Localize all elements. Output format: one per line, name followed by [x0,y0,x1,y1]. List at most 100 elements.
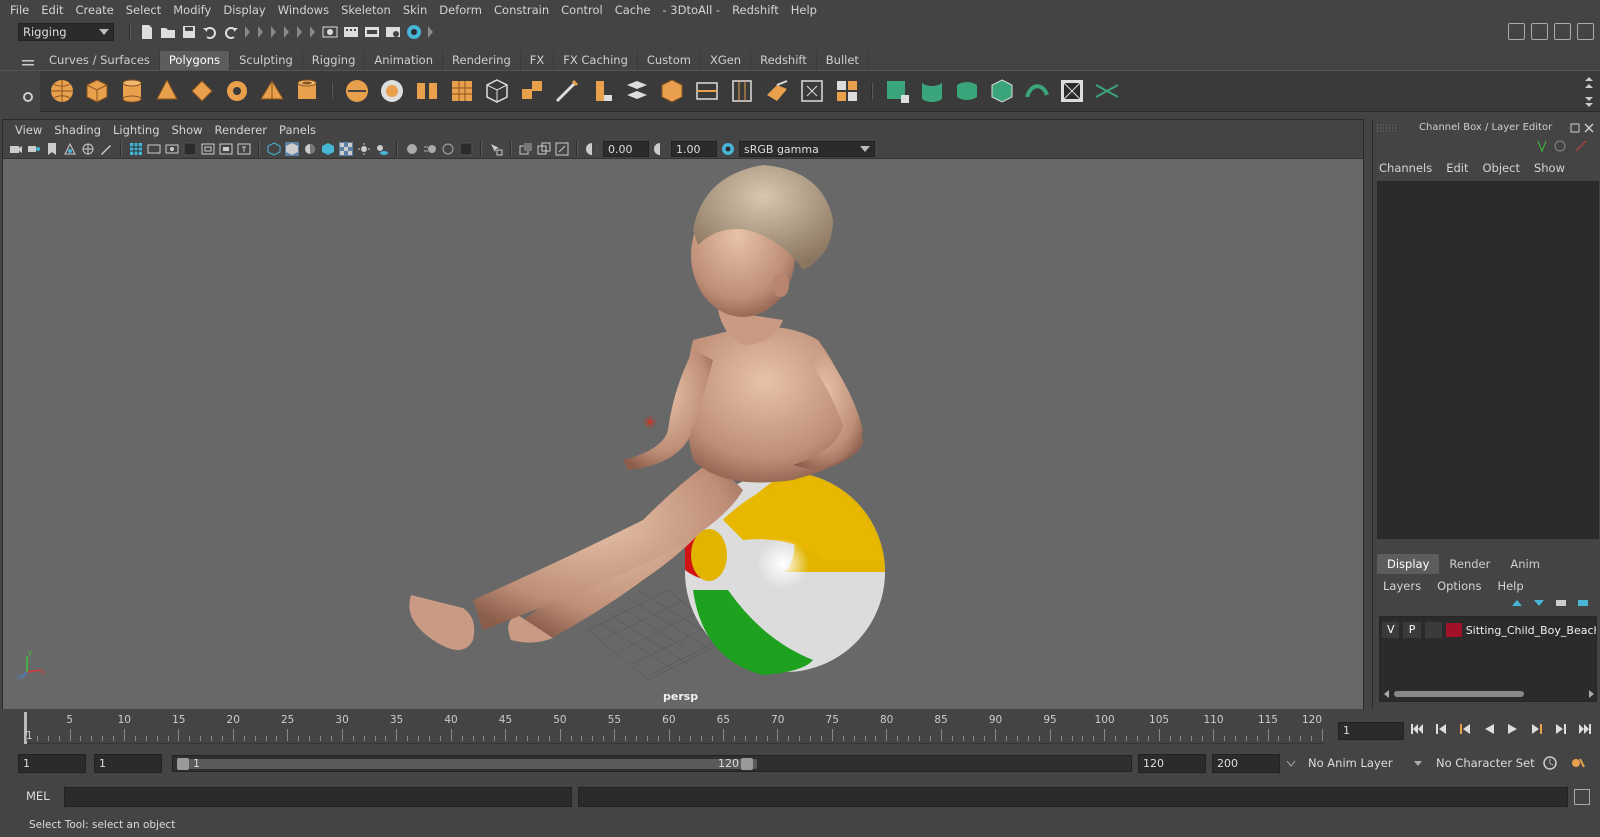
field-chart-icon[interactable] [201,142,215,156]
scroll-thumb[interactable] [1394,691,1524,697]
script-editor-icon[interactable] [1574,789,1590,805]
layer-menu-help[interactable]: Help [1497,579,1523,593]
extract-icon[interactable] [483,77,511,105]
drag-handle-icon[interactable] [1377,124,1397,132]
range-slider-bar[interactable]: 1 120 [172,755,1132,772]
modeling-toolkit-icon[interactable] [1508,23,1525,40]
render-view-icon[interactable] [322,24,338,40]
film-gate-icon[interactable] [147,142,161,156]
ipr-render-icon[interactable] [364,24,380,40]
smooth-icon[interactable] [413,77,441,105]
open-scene-icon[interactable] [160,24,176,40]
layer-name[interactable]: Sitting_Child_Boy_Beach [1466,624,1596,637]
menu-display[interactable]: Display [217,3,271,17]
time-slider-track[interactable]: 1 5 10 15 20 25 30 35 40 45 50 55 60 65 70 75 80 85 90 95 1… [24,712,1324,744]
safe-action-icon[interactable] [219,142,233,156]
combine-icon[interactable] [343,77,371,105]
move-layer-up-icon[interactable] [1510,597,1524,609]
shelf-scroll-arrows-icon[interactable] [1584,75,1594,109]
two-d-pan-zoom-icon[interactable] [81,142,95,156]
menu-windows[interactable]: Windows [272,3,335,17]
menu-file[interactable]: File [4,3,35,17]
unfold-uv-icon[interactable] [1023,77,1051,105]
xray-icon[interactable] [519,142,533,156]
textured-icon[interactable] [339,141,353,156]
layer-display-type-toggle[interactable] [1424,622,1443,638]
layer-row[interactable]: V P Sitting_Child_Boy_Beach [1382,621,1596,639]
channel-box-menu-show[interactable]: Show [1534,161,1565,175]
poly-torus-icon[interactable] [223,77,251,105]
channel-box-menu-object[interactable]: Object [1483,161,1520,175]
menu-skeleton[interactable]: Skeleton [335,3,397,17]
script-language-toggle[interactable]: MEL [26,789,50,803]
playback-start-field[interactable]: 1 [94,754,162,773]
collapse-arrow-icon[interactable] [309,24,317,40]
isolate-select-icon[interactable] [489,142,503,156]
offset-edge-loop-icon[interactable] [728,77,756,105]
channel-box-view-icons[interactable] [1534,139,1594,153]
collapse-arrow-icon[interactable] [283,24,291,40]
shadows-icon[interactable] [375,142,389,156]
tab-bullet[interactable]: Bullet [817,51,869,70]
tab-animation[interactable]: Animation [365,51,444,70]
poly-pyramid-icon[interactable] [258,77,286,105]
wireframe-on-shaded-icon[interactable] [321,142,335,156]
uv-toolkit-icon[interactable] [1093,77,1121,105]
depth-of-field-icon[interactable] [459,142,473,156]
save-scene-icon[interactable] [181,24,197,40]
current-frame-field[interactable]: 1 [1338,722,1404,740]
color-management-icon[interactable] [721,142,735,156]
hypershade-icon[interactable] [406,24,422,40]
step-forward-frame-icon[interactable] [1554,722,1568,736]
character-set-dropdown[interactable]: No Character Set [1430,754,1542,773]
bevel-icon[interactable] [658,77,686,105]
new-layer-selected-icon[interactable] [1576,597,1590,609]
extrude-icon[interactable] [588,77,616,105]
anim-layer-dropdown[interactable]: No Anim Layer [1302,754,1422,773]
poly-pipe-icon[interactable] [293,77,321,105]
poly-sphere-icon[interactable] [48,77,76,105]
layer-playback-toggle[interactable]: P [1403,622,1421,638]
poly-cylinder-icon[interactable] [118,77,146,105]
target-weld-icon[interactable] [798,77,826,105]
viewport-menu-lighting[interactable]: Lighting [107,123,165,137]
render-settings-icon[interactable] [385,24,401,40]
image-plane-icon[interactable] [63,142,77,156]
safe-title-icon[interactable] [237,142,251,156]
wireframe-icon[interactable] [267,141,281,156]
anti-aliasing-icon[interactable] [441,142,455,156]
menu-constrain[interactable]: Constrain [488,3,555,17]
grease-pencil-icon[interactable] [99,142,113,156]
bookmark-icon[interactable] [45,142,59,156]
tab-sculpting[interactable]: Sculpting [230,51,303,70]
range-end-handle[interactable] [741,758,753,770]
exposure-icon[interactable] [585,142,599,156]
viewport-menu-shading[interactable]: Shading [48,123,107,137]
go-to-start-icon[interactable] [1410,722,1424,736]
undo-icon[interactable] [202,24,218,40]
play-forwards-icon[interactable] [1506,722,1520,736]
spherical-uv-icon[interactable] [953,77,981,105]
tab-redshift[interactable]: Redshift [751,51,817,70]
viewport-menu-renderer[interactable]: Renderer [209,123,274,137]
animation-preferences-icon[interactable] [1570,755,1586,771]
tool-settings-icon[interactable] [1554,23,1571,40]
menu-select[interactable]: Select [120,3,167,17]
gamma-icon[interactable] [653,142,667,156]
view-transform-dropdown[interactable]: sRGB gamma [739,140,875,157]
menu-redshift[interactable]: Redshift [726,3,785,17]
tab-fx[interactable]: FX [521,51,555,70]
step-back-key-icon[interactable] [1458,722,1472,736]
bridge-icon[interactable] [623,77,651,105]
tab-display-layers[interactable]: Display [1377,554,1440,574]
perspective-viewport[interactable]: View Shading Lighting Show Renderer Pane… [2,119,1364,709]
viewport-scene[interactable]: y x z persp [3,160,1363,709]
menu-edit[interactable]: Edit [35,3,69,17]
move-layer-down-icon[interactable] [1532,597,1546,609]
tab-render-layers[interactable]: Render [1439,554,1500,574]
menu-set-dropdown[interactable]: Rigging [18,23,114,41]
layer-menu-layers[interactable]: Layers [1383,579,1421,593]
new-layer-icon[interactable] [1554,597,1568,609]
command-input[interactable] [64,787,572,807]
channel-box-menu-edit[interactable]: Edit [1446,161,1468,175]
